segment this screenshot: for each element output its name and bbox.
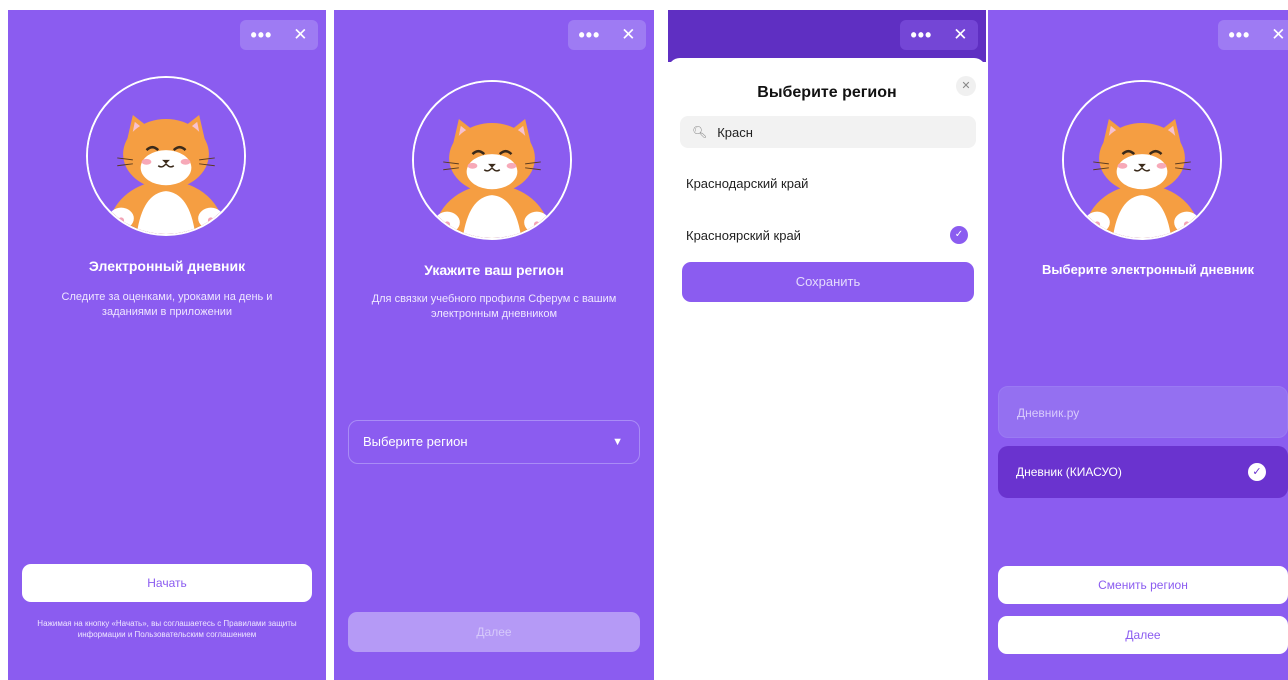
screen-intro: ••• ✕ Электронный дневник Следите за оце… [8,10,326,680]
onboarding-screens: ••• ✕ Электронный дневник Следите за оце… [0,0,1288,680]
diary-option-label: Дневник.ру [1017,406,1080,420]
screen-region: ••• ✕ Укажите ваш регион Для связки учеб… [334,10,654,680]
region-sheet: Выберите регион ✕ 🔍︎ Краснодарский край … [668,58,986,680]
close-icon[interactable]: ✕ [621,20,635,50]
check-icon: ✓ [950,226,968,244]
close-icon[interactable]: ✕ [1271,20,1285,50]
cat-avatar [412,80,572,240]
region-select-placeholder: Выберите регион [363,434,468,449]
window-controls: ••• ✕ [1218,20,1288,50]
more-icon[interactable]: ••• [578,20,600,50]
region-option[interactable]: Краснодарский край [686,176,968,191]
start-button[interactable]: Начать [22,564,312,602]
next-button[interactable]: Далее [348,612,640,652]
region-option-label: Краснодарский край [686,176,809,191]
region-select[interactable]: Выберите регион ▼ [348,420,640,464]
search-icon: 🔍︎ [692,125,708,139]
more-icon[interactable]: ••• [1228,20,1250,50]
window-controls: ••• ✕ [900,20,978,50]
more-icon[interactable]: ••• [910,20,932,50]
close-icon[interactable]: ✕ [953,20,967,50]
region-option-label: Красноярский край [686,228,801,243]
cat-illustration [88,78,244,234]
screen-title: Выберите электронный дневник [1042,262,1254,277]
region-option-selected[interactable]: Красноярский край ✓ [686,226,968,244]
more-icon[interactable]: ••• [250,20,272,50]
chevron-down-icon: ▼ [612,436,623,448]
close-icon[interactable]: ✕ [293,20,307,50]
change-region-button[interactable]: Сменить регион [998,566,1288,604]
check-icon: ✓ [1248,463,1266,481]
region-search: 🔍︎ [680,116,976,148]
screen-region-picker: ••• ✕ Выберите регион ✕ 🔍︎ Краснодарский… [668,10,986,680]
diary-option-selected[interactable]: Дневник (КИАСУО) ✓ [998,446,1288,498]
region-search-input[interactable] [717,124,958,140]
cat-illustration [414,82,570,238]
window-controls: ••• ✕ [240,20,318,50]
sheet-close-icon[interactable]: ✕ [956,76,976,96]
screen-diary-picker: ••• ✕ Выберите электронный дневник Дневн… [988,10,1288,680]
diary-option-label: Дневник (КИАСУО) [1016,465,1122,479]
legal-notice: Нажимая на кнопку «Начать», вы соглашает… [37,619,297,639]
screen-subtitle: Для связки учебного профиля Сферум с ваш… [371,293,617,320]
diary-option[interactable]: Дневник.ру [998,386,1288,438]
cat-avatar [86,76,246,236]
screen-title: Электронный дневник [88,258,246,274]
screen-subtitle: Следите за оценками, уроками на день и з… [61,291,273,318]
next-button[interactable]: Далее [998,616,1288,654]
screen-title: Укажите ваш регион [424,262,564,278]
save-button[interactable]: Сохранить [682,262,974,302]
cat-illustration [1064,82,1220,238]
window-controls: ••• ✕ [568,20,646,50]
cat-avatar [1062,80,1222,240]
sheet-title: Выберите регион [757,84,897,101]
